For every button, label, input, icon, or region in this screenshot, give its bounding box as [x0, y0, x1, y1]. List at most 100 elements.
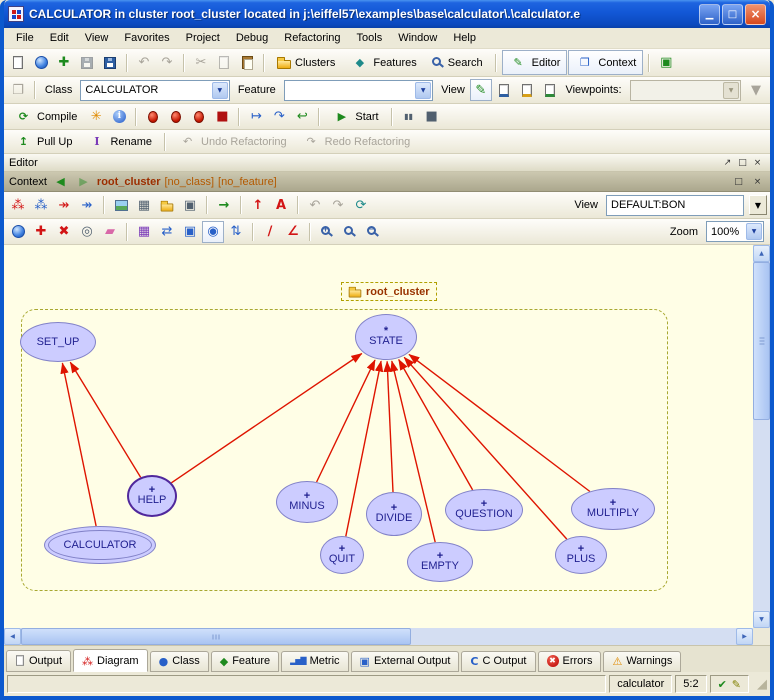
close-pane-icon[interactable]: × [750, 156, 765, 170]
class-combobox[interactable]: CALCULATOR ▼ [80, 80, 229, 101]
freeze-icon[interactable]: ✳ [85, 106, 107, 128]
view-dropdown-button[interactable]: ▼ [749, 195, 767, 215]
float-pane-icon[interactable]: ↗ [720, 156, 735, 170]
anchor-icon[interactable]: ◎ [76, 221, 98, 243]
step-over-icon[interactable]: ↷ [268, 106, 290, 128]
compile-button[interactable]: ⟳ Compile [7, 104, 84, 129]
debug-stop-icon[interactable] [188, 106, 210, 128]
redo-refactoring-button[interactable]: ↷ Redo Refactoring [295, 129, 418, 154]
redo-diagram-icon[interactable]: ↷ [327, 194, 349, 216]
menu-file[interactable]: File [8, 30, 42, 46]
new-window-icon[interactable] [7, 52, 29, 74]
client-labels-icon[interactable]: ↠ [76, 194, 98, 216]
scroll-right-icon[interactable]: ▶ [736, 628, 753, 645]
link-context-icon[interactable]: ❐ [7, 79, 29, 101]
close-button[interactable]: × [745, 4, 766, 25]
class-node-QUESTION[interactable]: +QUESTION [445, 489, 523, 531]
delete-node-icon[interactable]: ✖ [53, 221, 75, 243]
tab-diagram[interactable]: ⁂ Diagram [73, 649, 148, 672]
export-image-icon[interactable] [110, 194, 132, 216]
horizontal-scroll-thumb[interactable] [21, 628, 411, 645]
legend-icon[interactable]: ▦ [133, 221, 155, 243]
chevron-down-icon[interactable]: ▼ [746, 223, 762, 240]
tab-errors[interactable]: ✖ Errors [538, 651, 602, 672]
context-toggle-button[interactable]: ❐ Context [568, 50, 643, 75]
info-icon[interactable]: i [108, 106, 130, 128]
relayout-icon[interactable]: ⇄ [156, 221, 178, 243]
open-project-icon[interactable] [30, 52, 52, 74]
scroll-left-icon[interactable]: ◀ [4, 628, 21, 645]
close-pane-icon[interactable]: × [750, 175, 765, 189]
maximize-pane-icon[interactable]: □ [735, 156, 750, 170]
history-back-icon[interactable]: ◀ [51, 172, 70, 191]
cut-icon[interactable]: ✂ [190, 52, 212, 74]
class-node-EMPTY[interactable]: +EMPTY [407, 542, 473, 582]
menu-view[interactable]: View [77, 30, 117, 46]
menu-edit[interactable]: Edit [42, 30, 77, 46]
class-node-STATE[interactable]: *STATE [355, 314, 417, 360]
stop-icon[interactable]: ■ [421, 106, 443, 128]
contract-view-icon[interactable] [516, 79, 538, 101]
menu-debug[interactable]: Debug [228, 30, 276, 46]
class-node-CALCULATOR[interactable]: CALCULATOR [44, 526, 156, 564]
save-icon[interactable] [76, 52, 98, 74]
angled-links-icon[interactable]: ∠ [282, 221, 304, 243]
vertical-scroll-thumb[interactable] [753, 262, 770, 420]
window-grid-icon[interactable]: ▣ [179, 194, 201, 216]
diagram-view-combobox[interactable]: DEFAULT:BON [606, 195, 744, 216]
context-cluster[interactable]: root_cluster [97, 176, 161, 188]
grid-layout-icon[interactable]: ▦ [133, 194, 155, 216]
refresh-diagram-icon[interactable]: ⟳ [350, 194, 372, 216]
class-node-DIVIDE[interactable]: +DIVIDE [366, 492, 422, 536]
copy-icon[interactable] [213, 52, 235, 74]
external-view-icon[interactable]: ▣ [655, 52, 677, 74]
undo-diagram-icon[interactable]: ↶ [304, 194, 326, 216]
toolbar-overflow-icon[interactable]: ▼ [745, 79, 767, 101]
fit-window-icon[interactable]: ▣ [179, 221, 201, 243]
tab-class[interactable]: ● Class [150, 651, 209, 672]
pause-icon[interactable]: ▮▮ [398, 106, 420, 128]
scroll-down-icon[interactable]: ▼ [753, 611, 770, 628]
menu-tools[interactable]: Tools [349, 30, 391, 46]
text-label-icon[interactable]: A [270, 194, 292, 216]
class-node-HELP[interactable]: +HELP [127, 475, 177, 517]
rename-button[interactable]: I Rename [80, 129, 159, 154]
debug-item-icon[interactable] [165, 106, 187, 128]
menu-help[interactable]: Help [445, 30, 484, 46]
horizontal-scrollbar[interactable]: ◀ ▶ [4, 628, 753, 645]
maximize-pane-icon[interactable]: □ [731, 175, 746, 189]
sort-layout-icon[interactable]: ⇅ [225, 221, 247, 243]
class-node-MINUS[interactable]: +MINUS [276, 481, 338, 523]
tab-warnings[interactable]: ⚠ Warnings [603, 651, 681, 672]
zoom-fit-icon[interactable] [339, 221, 361, 243]
clusters-button[interactable]: Clusters [270, 53, 342, 72]
class-node-QUIT[interactable]: +QUIT [320, 536, 364, 574]
vertical-scrollbar[interactable]: ▲ ▼ [753, 245, 770, 628]
maximize-button[interactable]: □ [722, 4, 743, 25]
class-node-PLUS[interactable]: +PLUS [555, 536, 607, 574]
zoom-in-icon[interactable]: + [316, 221, 338, 243]
inheritance-labels-icon[interactable]: ↠ [53, 194, 75, 216]
center-diagram-icon[interactable]: ◉ [202, 221, 224, 243]
features-button[interactable]: ◆ Features [343, 50, 423, 75]
go-to-icon[interactable]: → [213, 194, 235, 216]
cluster-tag[interactable]: root_cluster [341, 282, 437, 301]
add-node-icon[interactable]: ✚ [30, 221, 52, 243]
undo-icon[interactable]: ↶ [133, 52, 155, 74]
critical-stop-icon[interactable]: ■ [211, 106, 233, 128]
start-button[interactable]: ▶ Start [325, 104, 385, 129]
step-into-icon[interactable]: ↦ [245, 106, 267, 128]
zoom-out-icon[interactable]: − [362, 221, 384, 243]
straight-links-icon[interactable]: ∕ [259, 221, 281, 243]
zoom-combobox[interactable]: 100% ▼ [706, 221, 764, 242]
chevron-down-icon[interactable]: ▼ [212, 82, 228, 99]
tab-output[interactable]: Output [6, 650, 71, 672]
redo-icon[interactable]: ↷ [156, 52, 178, 74]
tab-metric[interactable]: ▂▅▇ Metric [281, 651, 348, 672]
menu-window[interactable]: Window [390, 30, 445, 46]
menu-favorites[interactable]: Favorites [116, 30, 177, 46]
tab-c-output[interactable]: C C Output [461, 651, 535, 672]
pull-up-button[interactable]: ↥ Pull Up [7, 129, 79, 154]
menu-refactoring[interactable]: Refactoring [276, 30, 348, 46]
interface-view-icon[interactable] [539, 79, 561, 101]
